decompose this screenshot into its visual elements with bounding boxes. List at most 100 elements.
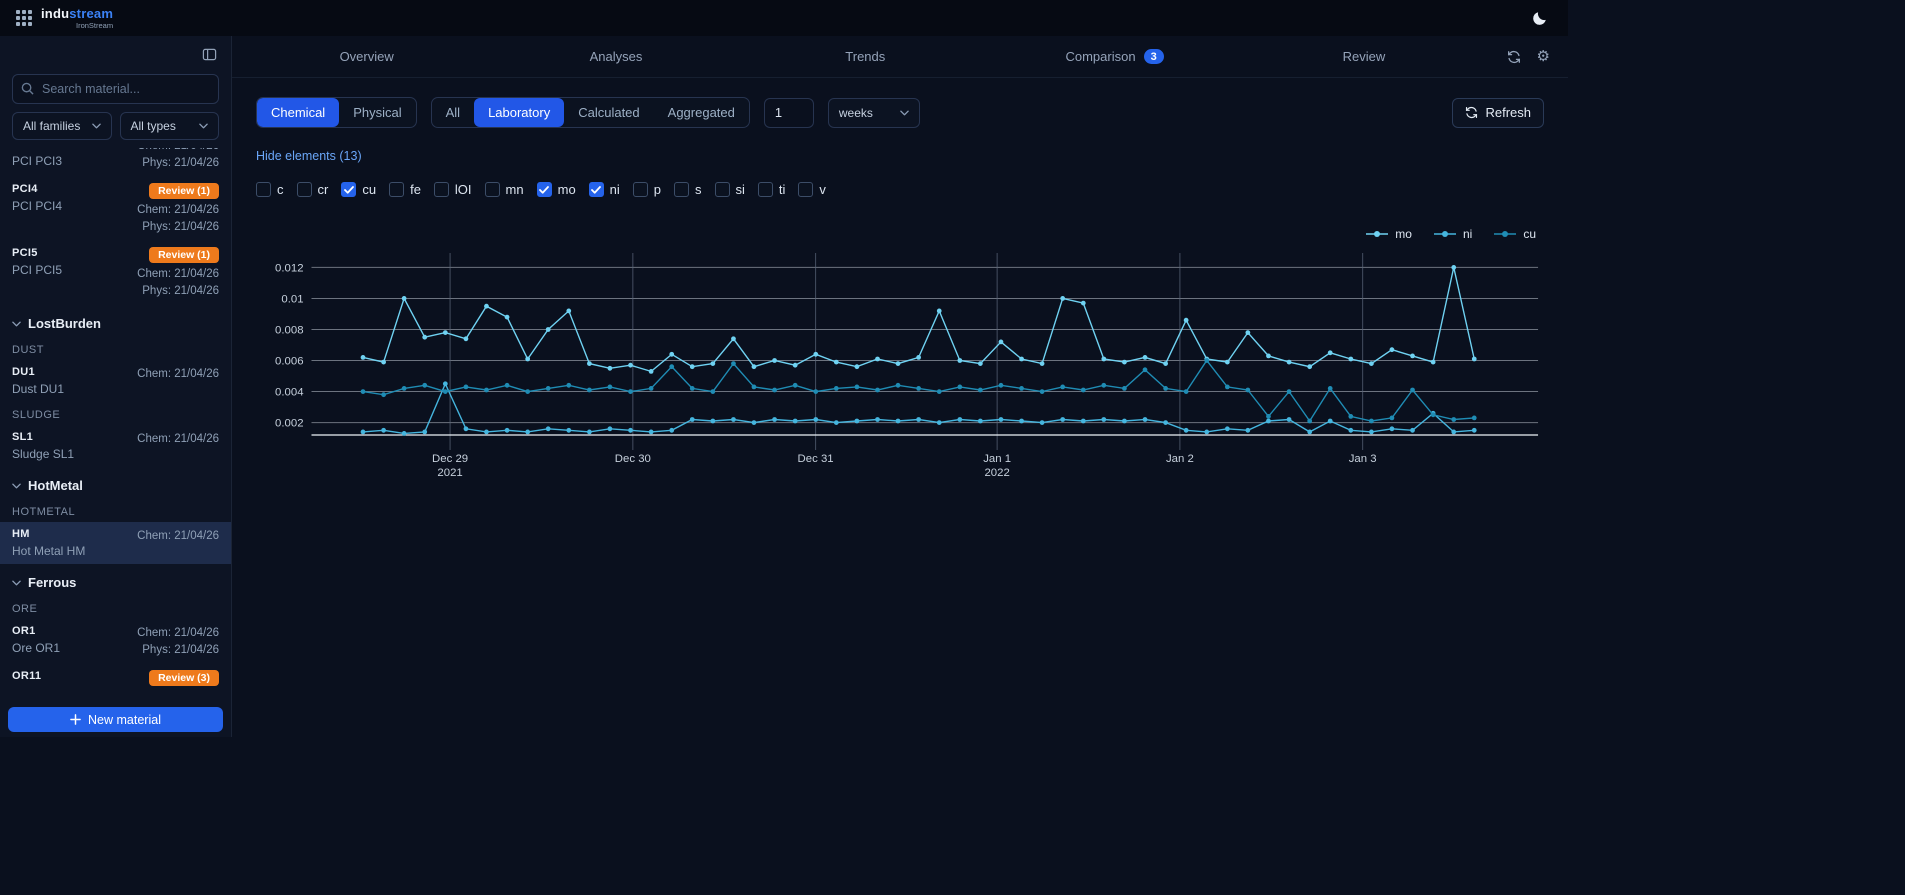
filter-label: All: [445, 105, 461, 120]
tab-comparison[interactable]: Comparison 3: [990, 49, 1239, 64]
filter-physical-button[interactable]: Physical: [339, 98, 415, 127]
material-name: PCI PCI4: [12, 199, 63, 213]
material-name: Hot Metal HM: [12, 544, 86, 558]
refresh-icon: [1465, 106, 1478, 119]
review-badge[interactable]: Review (1): [149, 183, 219, 199]
element-label: mo: [557, 182, 576, 197]
period-unit-select[interactable]: weeks: [827, 97, 920, 128]
refresh-label: Refresh: [1485, 105, 1531, 120]
svg-text:0.012: 0.012: [275, 262, 303, 274]
grid-logo-icon: [16, 9, 33, 27]
checkbox-c[interactable]: [256, 182, 271, 197]
element-toggle-loi[interactable]: lOI: [433, 182, 472, 197]
theme-toggle-button[interactable]: [1528, 6, 1552, 30]
material-group-lostburden[interactable]: LostBurden: [0, 305, 231, 337]
comparison-chart: mo ni cu 0.002 0.004 0.006 0.008 0.01 0.012 Dec …: [256, 227, 1544, 481]
tab-overview[interactable]: Overview: [242, 49, 491, 64]
chevron-down-icon: [91, 123, 101, 129]
material-code: PCI4: [12, 183, 38, 195]
material-item-or1[interactable]: OR1 Ore OR1 Chem: 21/04/26 Phys: 21/04/26: [0, 619, 231, 664]
families-select[interactable]: All families: [12, 112, 112, 140]
app-logo[interactable]: industream IronStream: [16, 7, 113, 30]
tab-trends[interactable]: Trends: [741, 49, 990, 64]
sync-button[interactable]: [1503, 45, 1525, 68]
checkbox-cu[interactable]: [341, 182, 357, 197]
filter-calculated-button[interactable]: Calculated: [564, 98, 653, 127]
checkbox-ni[interactable]: [588, 182, 604, 197]
material-name: Ore OR1: [12, 641, 61, 655]
element-toggle-p[interactable]: p: [632, 182, 661, 197]
element-label: cr: [317, 182, 329, 197]
checkbox-s[interactable]: [674, 182, 690, 197]
filter-all-button[interactable]: All: [432, 98, 474, 127]
chevron-down-icon: [12, 580, 21, 586]
element-toggle-cr[interactable]: cr: [296, 182, 329, 197]
checkbox-fe[interactable]: [389, 182, 405, 197]
material-group-hotmetal[interactable]: HotMetal: [0, 467, 231, 499]
tab-analyses[interactable]: Analyses: [491, 49, 740, 64]
filter-chemical-button[interactable]: Chemical: [257, 98, 340, 127]
element-toggle-c[interactable]: c: [256, 182, 284, 197]
review-badge[interactable]: Review (1): [149, 247, 219, 263]
chevron-down-icon: [12, 321, 21, 327]
legend-label: ni: [1462, 227, 1473, 241]
filter-label: Laboratory: [488, 105, 551, 120]
check-icon: [539, 185, 550, 194]
period-value-input[interactable]: [763, 97, 814, 128]
sidebar-collapse-button[interactable]: [198, 43, 221, 66]
search-input[interactable]: [12, 74, 219, 104]
element-toggle-cu[interactable]: cu: [341, 182, 376, 197]
element-toggle-si[interactable]: si: [714, 182, 745, 197]
types-select[interactable]: All types: [119, 112, 219, 140]
checkbox-mn[interactable]: [484, 182, 500, 197]
material-item-hm[interactable]: HM Hot Metal HM Chem: 21/04/26: [0, 522, 231, 564]
filter-laboratory-button[interactable]: Laboratory: [474, 98, 565, 127]
checkbox-mo[interactable]: [536, 182, 552, 197]
material-name: Dust DU1: [12, 382, 65, 396]
checkbox-v[interactable]: [798, 182, 814, 197]
svg-text:Jan 1: Jan 1: [983, 453, 1011, 465]
panel-collapse-icon: [202, 47, 217, 62]
material-group-ferrous[interactable]: Ferrous: [0, 564, 231, 596]
element-toggle-ti[interactable]: ti: [757, 182, 785, 197]
moon-icon: [1532, 10, 1548, 26]
material-code: OR1: [12, 625, 36, 637]
element-toggle-v[interactable]: v: [798, 182, 826, 197]
settings-button[interactable]: ⚙: [1533, 45, 1554, 68]
element-toggle-ni[interactable]: ni: [588, 182, 620, 197]
material-name: PCI PCI3: [12, 154, 63, 168]
svg-text:0.01: 0.01: [281, 293, 303, 305]
element-toggle-mn[interactable]: mn: [484, 182, 524, 197]
element-toggle-s[interactable]: s: [674, 182, 702, 197]
hide-elements-link[interactable]: Hide elements (13): [256, 149, 362, 163]
material-item-sl1[interactable]: SL1 Sludge SL1 Chem: 21/04/26: [0, 425, 231, 467]
checkbox-ti[interactable]: [757, 182, 773, 197]
material-item-pci5[interactable]: PCI5 PCI PCI5 Review (1) Chem: 21/04/26 Phys…: [0, 241, 231, 305]
gear-icon: ⚙: [1536, 48, 1550, 65]
checkbox-cr[interactable]: [296, 182, 312, 197]
legend-label: mo: [1395, 227, 1412, 241]
legend-item-cu[interactable]: cu: [1494, 227, 1536, 241]
tab-review[interactable]: Review: [1239, 49, 1488, 64]
element-label: s: [695, 182, 702, 197]
element-toggle-mo[interactable]: mo: [536, 182, 576, 197]
svg-text:Dec 29: Dec 29: [432, 453, 468, 465]
material-item-or11[interactable]: OR11 Review (3): [0, 664, 231, 695]
svg-text:0.004: 0.004: [275, 387, 304, 399]
material-item-pci4[interactable]: PCI4 PCI PCI4 Review (1) Chem: 21/04/26 Phys…: [0, 177, 231, 241]
checkbox-si[interactable]: [714, 182, 730, 197]
element-checkboxes: c cr cu fe lOI mn mo ni p s si ti v: [256, 182, 1544, 197]
element-toggle-fe[interactable]: fe: [389, 182, 421, 197]
material-item-du1[interactable]: DU1 Dust DU1 Chem: 21/04/26: [0, 360, 231, 402]
sidebar: All families All types PCI3 PCI PCI3 Chem:…: [0, 36, 232, 737]
legend-item-mo[interactable]: mo: [1366, 227, 1412, 241]
material-item-pci3[interactable]: PCI3PCI PCI3Chem: 21/04/26Phys: 21/04/26: [0, 148, 231, 177]
review-badge[interactable]: Review (3): [149, 670, 219, 686]
chem-date: Chem: 21/04/26: [137, 627, 219, 639]
checkbox-loi[interactable]: [433, 182, 449, 197]
refresh-button[interactable]: Refresh: [1452, 97, 1544, 128]
checkbox-p[interactable]: [632, 182, 648, 197]
legend-item-ni[interactable]: ni: [1433, 227, 1473, 241]
filter-aggregated-button[interactable]: Aggregated: [654, 98, 749, 127]
new-material-button[interactable]: New material: [8, 707, 223, 732]
